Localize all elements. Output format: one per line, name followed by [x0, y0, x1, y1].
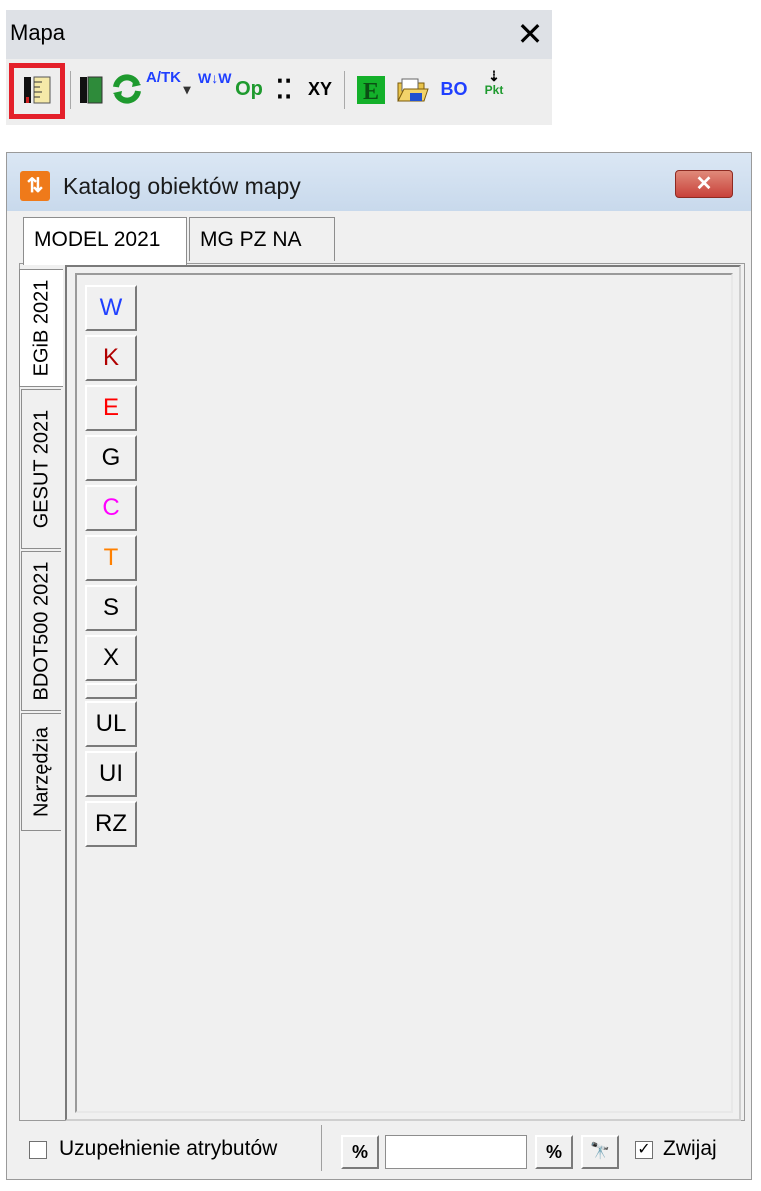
toolbar-titlebar: Mapa ✕ — [6, 10, 552, 59]
percent-right-button[interactable]: % — [535, 1135, 573, 1169]
letter-button-w[interactable]: W — [85, 285, 137, 331]
toolbar-title: Mapa — [10, 20, 66, 45]
op-icon[interactable]: Op — [232, 69, 266, 109]
selected-tool-highlight — [9, 63, 65, 119]
collapse-label: Zwijaj — [663, 1137, 717, 1160]
toolbar-separator-2 — [344, 71, 345, 109]
app-icon: ⇅ — [20, 171, 50, 201]
xy-label: XY — [307, 79, 332, 99]
side-tab-gesut-2021[interactable]: GESUT 2021 — [21, 389, 61, 549]
side-tab-bdot500-2021[interactable]: BDOT500 2021 — [21, 551, 61, 711]
catalog-pane-frame — [75, 273, 733, 1113]
open-folder-icon[interactable] — [394, 69, 430, 109]
letter-button-s[interactable]: S — [85, 585, 137, 631]
e-icon[interactable]: E — [354, 69, 388, 109]
letter-button-g[interactable]: G — [85, 435, 137, 481]
tab-model-2021[interactable]: MODEL 2021 — [23, 217, 187, 265]
side-tab-label: Narzędzia — [30, 726, 52, 818]
tab-mg-pz-na[interactable]: MG PZ NA — [189, 217, 335, 261]
letter-button-e[interactable]: E — [85, 385, 137, 431]
object-catalog-dialog: ⇅ Katalog obiektów mapy ✕ MODEL 2021 MG … — [6, 152, 752, 1180]
pkt-icon[interactable]: ⇣ Pkt — [474, 69, 514, 109]
letter-button-x[interactable]: X — [85, 635, 137, 681]
atk-icon[interactable]: A/TK — [146, 69, 181, 109]
letter-button-ul[interactable]: UL — [85, 701, 137, 747]
letter-button-spacer — [85, 683, 137, 699]
letter-button-k[interactable]: K — [85, 335, 137, 381]
dropdown-arrow-icon[interactable]: ▾ — [180, 69, 194, 109]
search-input[interactable] — [385, 1135, 527, 1169]
dialog-titlebar: ⇅ Katalog obiektów mapy ✕ — [7, 153, 751, 211]
dots-label: ⁚⁚ — [275, 74, 293, 104]
find-icon[interactable]: 🔭 — [581, 1135, 619, 1169]
refresh-icon[interactable] — [110, 69, 144, 109]
side-tab-label: GESUT 2021 — [30, 409, 52, 529]
side-tab-label: EGiB 2021 — [30, 279, 52, 377]
op-label: Op — [235, 78, 263, 100]
bo-label: BO — [440, 79, 468, 99]
ruler-icon-2[interactable] — [76, 69, 108, 109]
catalog-pane — [65, 265, 741, 1121]
toolbar-separator — [70, 71, 71, 109]
xy-icon[interactable]: XY — [302, 69, 338, 109]
e-label: E — [363, 79, 379, 105]
side-tab-label: BDOT500 2021 — [30, 561, 52, 701]
side-tab-narzedzia[interactable]: Narzędzia — [21, 713, 61, 831]
ww-label: W↓W — [198, 70, 232, 86]
pkt-arrow: ⇣ — [488, 68, 500, 84]
percent-left-button[interactable]: % — [341, 1135, 379, 1169]
collapse-checkbox[interactable]: ✓ — [635, 1141, 653, 1159]
pkt-label: Pkt — [484, 83, 504, 97]
bottom-separator — [321, 1125, 322, 1171]
bottom-bar: Uzupełnienie atrybutów % % 🔭 ✓ Zwijaj — [7, 1125, 751, 1179]
letter-button-c[interactable]: C — [85, 485, 137, 531]
dots-icon[interactable]: ⁚⁚ — [268, 69, 300, 109]
letter-button-rz[interactable]: RZ — [85, 801, 137, 847]
letter-button-ui[interactable]: UI — [85, 751, 137, 797]
letter-button-t[interactable]: T — [85, 535, 137, 581]
dialog-close-button[interactable]: ✕ — [675, 170, 733, 198]
map-toolbar: Mapa ✕ A/TK ▾ W↓W Op ⁚⁚ XY E BO ⇣ Pkt — [6, 10, 552, 125]
ww-icon[interactable]: W↓W — [198, 69, 232, 109]
side-tab-egib-2021[interactable]: EGiB 2021 — [19, 269, 63, 387]
dialog-title: Katalog obiektów mapy — [63, 173, 301, 199]
toolbar-icon-row: A/TK ▾ W↓W Op ⁚⁚ XY E BO ⇣ Pkt — [6, 59, 552, 125]
fill-attributes-checkbox[interactable] — [29, 1141, 47, 1159]
fill-attributes-label: Uzupełnienie atrybutów — [59, 1137, 278, 1160]
atk-label: A/TK — [146, 69, 181, 86]
toolbar-close-button[interactable]: ✕ — [511, 16, 549, 54]
bo-icon[interactable]: BO — [436, 69, 472, 109]
